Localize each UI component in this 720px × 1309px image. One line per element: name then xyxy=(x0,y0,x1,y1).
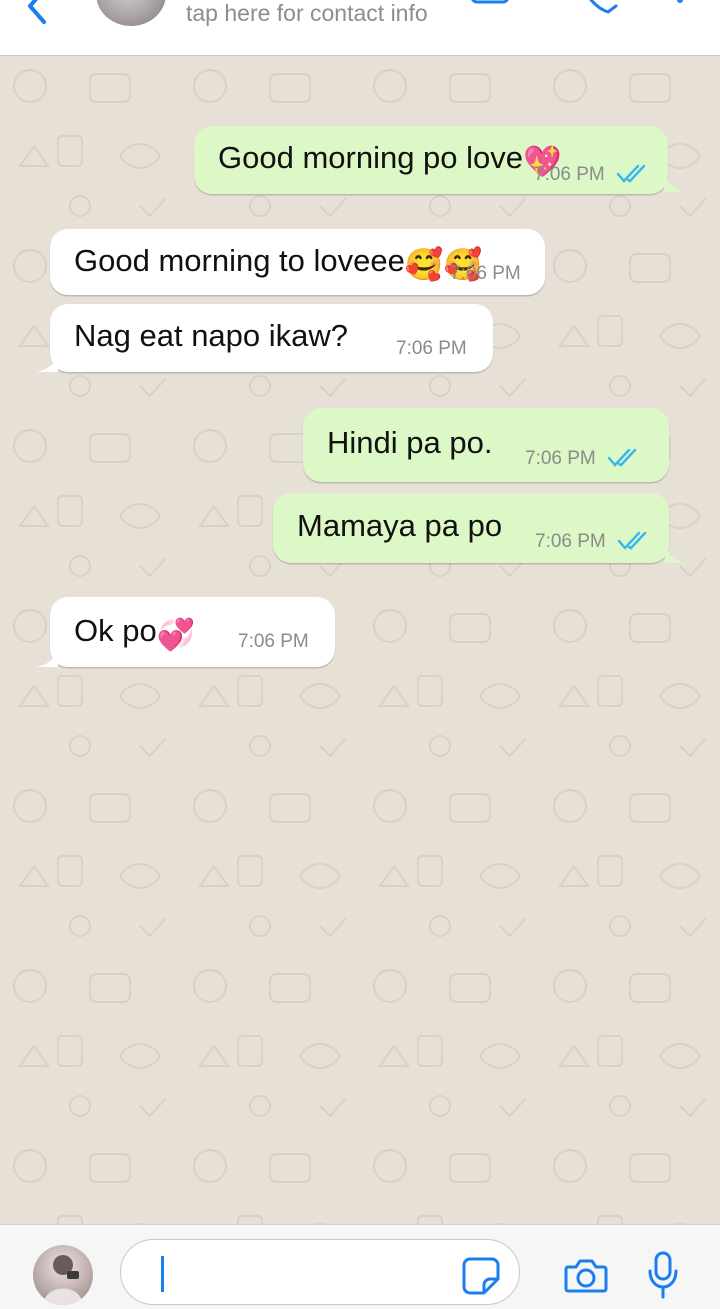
avatar-photo-icon xyxy=(43,1255,83,1305)
message-text: Mamaya pa po xyxy=(297,508,503,543)
message-time: 7:06 PM xyxy=(525,448,596,469)
message-text: Good morning po love xyxy=(218,140,524,175)
message-time: 7:06 PM xyxy=(534,164,605,185)
compose-bar xyxy=(0,1224,720,1309)
message-bubble-incoming[interactable]: Good morning to loveee🥰🥰 7:06 PM xyxy=(50,229,545,295)
contact-info-hint[interactable]: tap here for contact info xyxy=(186,0,428,27)
message-time: 7:06 PM xyxy=(396,338,467,359)
read-receipt-icon xyxy=(617,531,647,550)
chat-header: tap here for contact info xyxy=(0,0,720,56)
back-chevron-icon[interactable] xyxy=(18,0,58,26)
contact-avatar[interactable] xyxy=(96,0,166,26)
message-text: Hindi pa po. xyxy=(327,425,493,460)
message-bubble-incoming[interactable]: Nag eat napo ikaw? 7:06 PM xyxy=(50,304,493,372)
message-input[interactable] xyxy=(120,1239,520,1305)
message-time: 7:06 PM xyxy=(238,631,309,652)
bubble-tail xyxy=(36,645,58,667)
read-receipt-icon xyxy=(607,448,637,467)
read-receipt-icon xyxy=(616,164,646,183)
message-time: 7:06 PM xyxy=(535,531,606,552)
my-avatar[interactable] xyxy=(33,1245,93,1305)
message-text: Ok po xyxy=(74,613,157,648)
message-text: Good morning to loveee xyxy=(74,243,405,278)
text-cursor xyxy=(161,1256,164,1292)
message-bubble-outgoing[interactable]: Mamaya pa po 7:06 PM xyxy=(273,493,669,563)
message-bubble-incoming[interactable]: Ok po💞 7:06 PM xyxy=(50,597,335,667)
bubble-tail xyxy=(664,170,686,192)
bubble-tail xyxy=(665,541,687,563)
camera-icon[interactable] xyxy=(564,1257,608,1293)
sticker-icon[interactable] xyxy=(462,1257,500,1295)
video-call-icon[interactable] xyxy=(470,0,530,12)
revolving-hearts-emoji: 💞 xyxy=(156,617,196,652)
more-options-icon[interactable] xyxy=(674,0,686,8)
microphone-icon[interactable] xyxy=(646,1251,680,1299)
voice-call-icon[interactable] xyxy=(578,0,622,16)
message-bubble-outgoing[interactable]: Good morning po love💖 7:06 PM xyxy=(194,126,668,194)
message-bubble-outgoing[interactable]: Hindi pa po. 7:06 PM xyxy=(303,408,669,482)
message-time: 7:06 PM xyxy=(450,263,521,284)
bubble-tail xyxy=(36,350,58,372)
message-text: Nag eat napo ikaw? xyxy=(74,318,349,353)
message-list[interactable]: Good morning po love💖 7:06 PM Good morni… xyxy=(0,56,720,1224)
